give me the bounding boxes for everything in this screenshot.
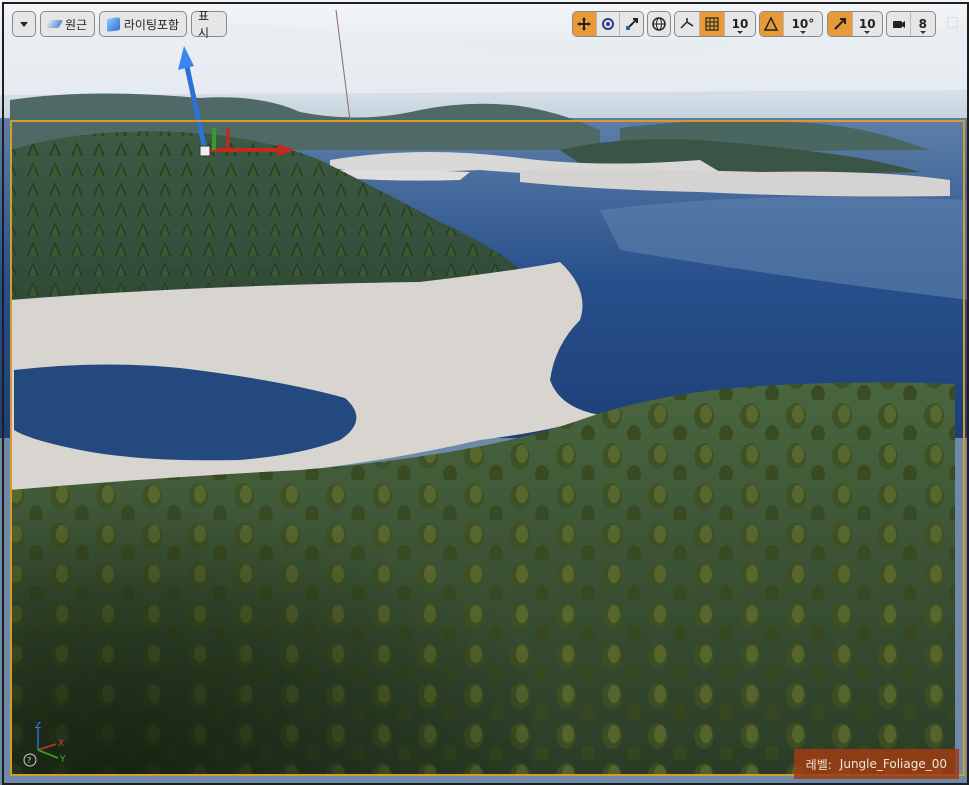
rotate-icon (602, 18, 614, 30)
viewport-options-button[interactable] (12, 11, 36, 37)
maximize-icon[interactable] (947, 17, 958, 28)
lit-cube-icon (106, 16, 120, 32)
scale-icon (625, 18, 638, 30)
rotation-snap-group: 10° (759, 11, 823, 37)
perspective-label: 원근 (64, 17, 88, 32)
scale-snap-group: 10 (827, 11, 883, 37)
rotate-mode-button[interactable] (597, 12, 621, 36)
svg-text:Z: Z (35, 722, 41, 731)
translate-mode-button[interactable] (573, 12, 597, 36)
scene-render (0, 0, 969, 775)
camera-speed-icon-button[interactable] (887, 12, 911, 36)
grid-snap-value[interactable]: 10 (725, 12, 755, 36)
scale-mode-button[interactable] (620, 12, 643, 36)
perspective-button[interactable]: 원근 (40, 11, 95, 37)
rotation-snap-toggle[interactable] (760, 12, 784, 36)
axis-indicator: Z X Y ? (23, 722, 66, 767)
transform-mode-group (572, 11, 644, 37)
grid-snap-toggle[interactable] (700, 12, 725, 36)
grid-snap-group: 10 (674, 11, 756, 37)
level-indicator: 레벨: Jungle_Foliage_00 (793, 749, 959, 779)
level-prefix: 레벨: (805, 757, 832, 772)
surface-snap-toggle[interactable] (675, 12, 700, 36)
show-button[interactable]: 표시 (191, 9, 227, 40)
lighting-mode-button[interactable]: 라이팅포함 (99, 11, 187, 37)
grid-icon (705, 17, 719, 31)
globe-icon (652, 17, 666, 31)
angle-icon (764, 16, 779, 31)
scale-arrow-icon (834, 18, 846, 30)
svg-text:X: X (58, 739, 64, 749)
surface-snap-icon (680, 18, 694, 29)
camera-speed-group: 8 (886, 11, 936, 37)
camera-speed-value[interactable]: 8 (911, 12, 935, 36)
scale-snap-value[interactable]: 10 (853, 12, 882, 36)
world-local-toggle[interactable] (648, 12, 670, 36)
camera-icon (893, 21, 906, 28)
svg-text:?: ? (27, 756, 31, 765)
level-viewport[interactable]: 원근 라이팅포함 표시 10 10° 10 8 Z X Y ? 레벨: Jung… (0, 0, 969, 785)
rotation-snap-value[interactable]: 10° (784, 12, 822, 36)
lighting-label: 라이팅포함 (123, 17, 180, 32)
chevron-down-icon (20, 21, 28, 27)
scale-snap-toggle[interactable] (828, 12, 853, 36)
perspective-icon (45, 20, 64, 28)
coordinate-system-group (647, 11, 671, 37)
show-label: 표시 (198, 9, 210, 40)
svg-text:Y: Y (59, 755, 66, 765)
level-name: Jungle_Foliage_00 (839, 757, 947, 771)
move-arrows-icon (577, 17, 592, 31)
